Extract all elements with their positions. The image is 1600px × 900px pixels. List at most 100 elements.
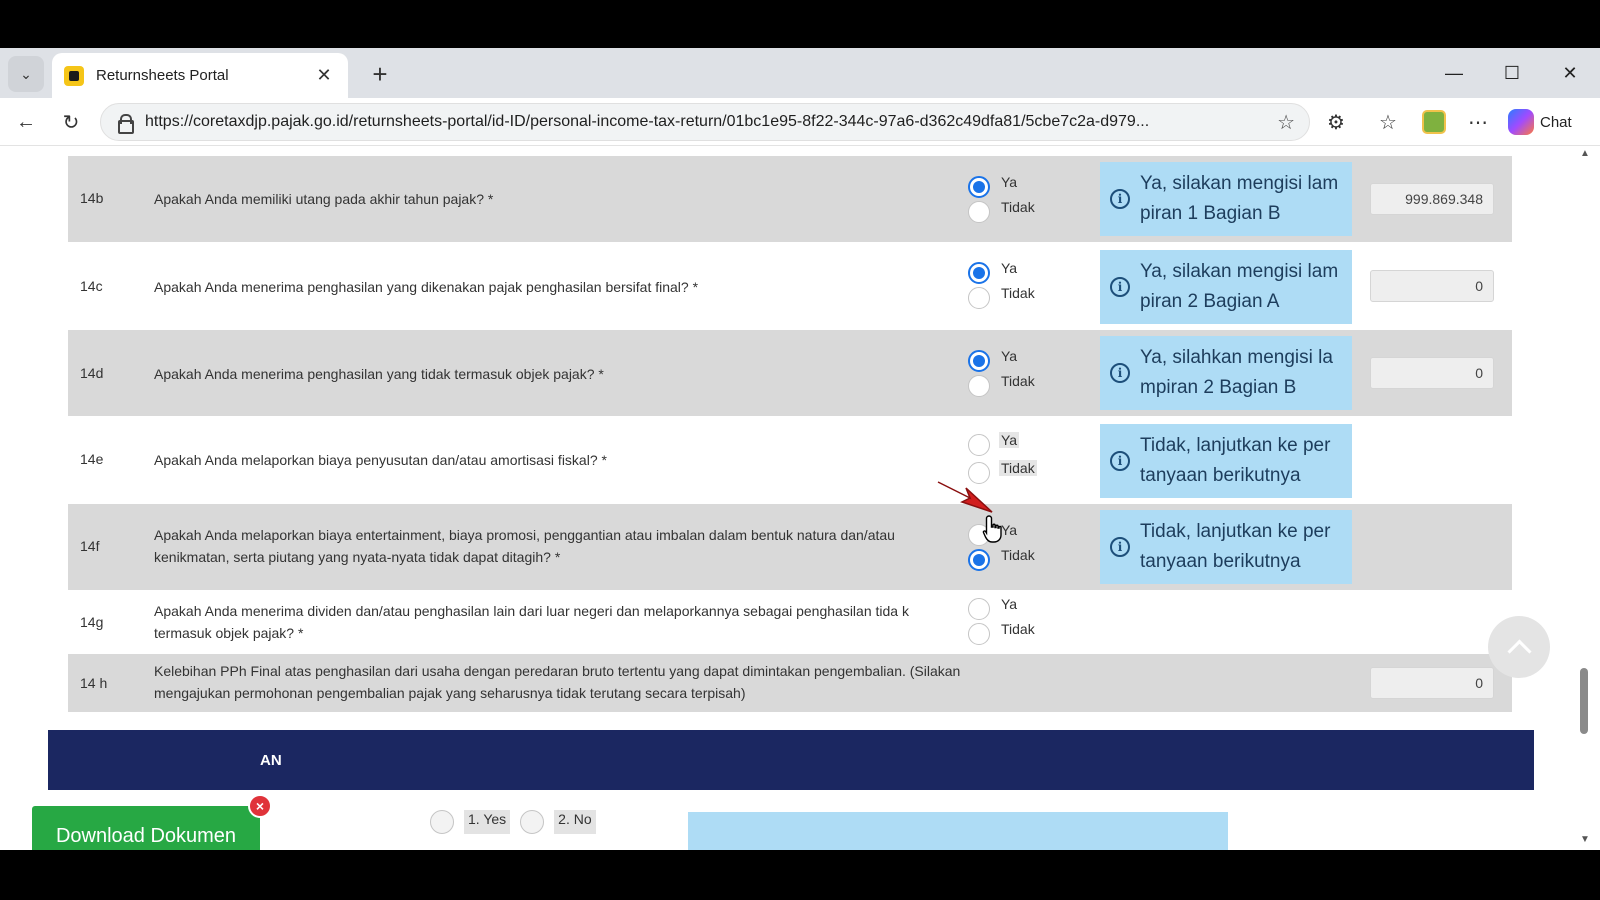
puzzle-icon: ⚙ [1327,111,1345,134]
form-row-14b: 14b Apakah Anda memiliki utang pada akhi… [68,156,1512,242]
radio-no-label[interactable]: Tidak [1001,285,1035,301]
scroll-up-arrow-icon[interactable]: ▲ [1580,148,1590,159]
close-icon: ✕ [1562,62,1578,83]
maximize-button[interactable]: ☐ [1492,58,1532,88]
radio-no-label[interactable]: Tidak [1001,621,1035,637]
radio-no-label[interactable]: 2. No [554,810,596,834]
close-icon[interactable]: × [248,794,272,818]
chat-button[interactable]: Chat [1508,104,1596,140]
radio-no[interactable] [968,287,990,309]
tab-title: Returnsheets Portal [96,67,229,84]
url-text[interactable]: https://coretaxdjp.pajak.go.id/returnshe… [145,113,1269,131]
more-button[interactable]: ⋯ [1462,106,1494,138]
radio-group: Ya Tidak [968,260,1068,310]
info-icon: i [1110,277,1130,297]
row-number: 14 h [80,675,108,691]
radio-yes[interactable] [430,810,454,834]
lock-icon[interactable] [115,113,134,134]
amount-field[interactable]: 0 [1370,270,1494,302]
plus-icon: + [372,58,388,89]
page-scrollbar[interactable] [1576,146,1600,850]
close-icon[interactable]: ✕ [312,65,336,86]
radio-yes[interactable] [968,176,990,198]
amount-field[interactable]: 0 [1370,357,1494,389]
radio-yes-label[interactable]: Ya [1001,174,1017,190]
form-row-14c: 14c Apakah Anda menerima penghasilan yan… [68,242,1512,330]
chat-label: Chat [1540,113,1572,131]
back-button[interactable]: ← [10,106,42,138]
tab-menu-button[interactable]: ⌄ [8,56,44,92]
radio-yes-label[interactable]: Ya [1001,596,1017,612]
info-box: i Ya, silahkan mengisi la mpiran 2 Bagia… [1100,336,1352,410]
radio-group: Ya Tidak [968,348,1068,398]
star-icon[interactable]: ☆ [1277,110,1295,135]
form-row-14f: 14f Apakah Anda melaporkan biaya enterta… [68,504,1512,590]
tab-returnsheets[interactable]: Returnsheets Portal ✕ [52,53,348,98]
maximize-icon: ☐ [1503,62,1521,83]
radio-no[interactable] [968,375,990,397]
section-title: AN [260,752,282,769]
address-bar[interactable]: https://coretaxdjp.pajak.go.id/returnshe… [100,103,1310,141]
form-row-14d: 14d Apakah Anda menerima penghasilan yan… [68,330,1512,416]
info-text: Ya, silakan mengisi lam piran 2 Bagian A [1140,261,1339,312]
info-box: i Ya, silakan mengisi lam piran 2 Bagian… [1100,250,1352,324]
form-row-14h: 14 h Kelebihan PPh Final atas penghasila… [68,654,1512,712]
calculator-extension[interactable] [1418,106,1450,138]
tab-strip: ⌄ Returnsheets Portal ✕ + — ☐ ✕ [0,48,1600,98]
radio-no[interactable] [968,623,990,645]
close-window-button[interactable]: ✕ [1550,58,1590,88]
extensions-button[interactable]: ⚙ [1320,106,1352,138]
row-question: Kelebihan PPh Final atas penghasilan dar… [154,663,961,701]
row-number: 14c [80,278,103,294]
radio-no-label[interactable]: Tidak [1001,547,1035,563]
row-question: Apakah Anda memiliki utang pada akhir ta… [154,191,494,207]
section-header: AN [48,730,1534,790]
radio-yes[interactable] [968,598,990,620]
favorites-button[interactable]: ☆ [1372,106,1404,138]
info-box: i Tidak, lanjutkan ke per tanyaan beriku… [1100,424,1352,498]
minimize-button[interactable]: — [1434,58,1474,88]
favicon-icon [64,65,84,86]
back-arrow-icon: ← [16,110,36,133]
radio-yes-label[interactable]: Ya [1001,348,1017,364]
hand-cursor-icon [982,515,1002,543]
radio-yes-label[interactable]: Ya [1001,260,1017,276]
info-box: i Ya, silakan mengisi lam piran 1 Bagian… [1100,162,1352,236]
new-tab-button[interactable]: + [364,58,396,90]
more-icon: ⋯ [1468,111,1488,134]
radio-yes[interactable] [968,262,990,284]
radio-no-label[interactable]: Tidak [1001,199,1035,215]
radio-no[interactable] [968,549,990,571]
info-box [688,812,1228,850]
row-number: 14e [80,451,104,467]
info-icon: i [1110,189,1130,209]
radio-no-label[interactable]: Tidak [1001,373,1035,389]
scroll-down-arrow-icon[interactable]: ▼ [1580,834,1590,845]
info-icon: i [1110,451,1130,471]
amount-field[interactable]: 999.869.348 [1370,183,1494,215]
scrollbar-thumb[interactable] [1580,668,1588,734]
form-row-14e: 14e Apakah Anda melaporkan biaya penyusu… [68,416,1512,504]
amount-field[interactable]: 0 [1370,667,1494,699]
scroll-to-top-button[interactable] [1488,616,1550,678]
radio-yes-label[interactable]: 1. Yes [464,810,511,834]
radio-yes-label[interactable]: Ya [999,432,1020,448]
radio-no-label[interactable]: Tidak [999,460,1037,476]
reload-button[interactable]: ↻ [55,106,87,138]
radio-yes[interactable] [968,350,990,372]
favorites-icon: ☆ [1379,111,1397,134]
form-row-14g: 14g Apakah Anda menerima dividen dan/ata… [68,590,1512,654]
row-number: 14g [80,614,104,630]
download-document-button[interactable]: Download Dokumen [32,806,260,850]
info-text: Tidak, lanjutkan ke per tanyaan berikutn… [1140,521,1331,572]
reload-icon: ↻ [62,111,80,134]
radio-yes[interactable] [968,434,990,456]
row-question: Apakah Anda menerima penghasilan yang ti… [154,366,604,382]
radio-no[interactable] [968,201,990,223]
radio-group: Ya Tidak [968,596,1068,646]
info-icon: i [1110,363,1130,383]
row-question: Apakah Anda melaporkan biaya entertainme… [154,527,895,565]
row-question: Apakah Anda menerima penghasilan yang di… [154,279,699,295]
radio-no[interactable] [520,810,545,834]
radio-group: Ya Tidak [968,174,1068,224]
